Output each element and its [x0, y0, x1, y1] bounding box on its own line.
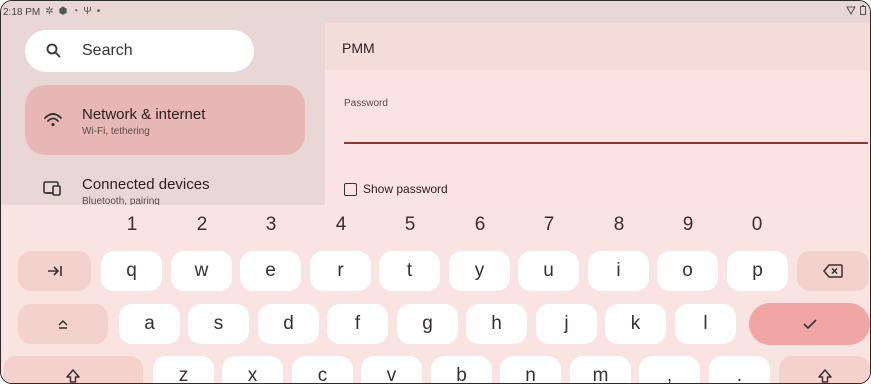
tab-icon [47, 265, 63, 277]
key-g[interactable]: g [397, 304, 458, 344]
status-bar-left: 2:18 PM ✲ ⬢ ◔ Ψ • [3, 6, 100, 18]
wifi-password-panel: PMM Password Show password [325, 23, 870, 213]
key-4[interactable]: 4 [326, 214, 356, 236]
key-m[interactable]: m [570, 356, 631, 383]
caps-lock-key[interactable] [18, 304, 108, 344]
password-field[interactable] [344, 111, 868, 141]
key-y[interactable]: y [449, 251, 510, 291]
key-t[interactable]: t [379, 251, 440, 291]
key-z[interactable]: z [153, 356, 214, 383]
backspace-key[interactable] [797, 251, 869, 291]
key-5[interactable]: 5 [395, 214, 425, 236]
password-underline [344, 142, 868, 144]
checkmark-icon [802, 319, 817, 329]
key-w[interactable]: w [171, 251, 232, 291]
key-3[interactable]: 3 [256, 214, 286, 236]
key-c[interactable]: c [292, 356, 353, 383]
key-0[interactable]: 0 [742, 214, 772, 236]
screen: 2:18 PM ✲ ⬢ ◔ Ψ • Search Network & inter… [0, 0, 871, 384]
search-placeholder: Search [82, 42, 133, 59]
key-f[interactable]: f [327, 304, 388, 344]
key-p[interactable]: p [727, 251, 788, 291]
status-bar-right [846, 5, 866, 19]
settings-sidebar: Search Network & internet Wi-Fi, tetheri… [1, 23, 325, 213]
key-v[interactable]: v [361, 356, 422, 383]
sidebar-item-title: Connected devices [82, 176, 210, 193]
key-o[interactable]: o [657, 251, 718, 291]
key-period[interactable]: . [709, 356, 770, 383]
shield-icon: ⬢ [58, 6, 68, 17]
key-u[interactable]: u [518, 251, 579, 291]
search-icon [45, 42, 63, 60]
key-6[interactable]: 6 [465, 214, 495, 236]
key-e[interactable]: e [240, 251, 301, 291]
shift-key-left[interactable] [3, 356, 143, 383]
usb-icon: Ψ [83, 6, 92, 17]
search-bar[interactable]: Search [25, 30, 254, 72]
password-label: Password [344, 98, 388, 109]
wifi-icon: ◔ [72, 6, 79, 17]
shift-icon [817, 368, 833, 383]
key-i[interactable]: i [588, 251, 649, 291]
wifi-icon [43, 111, 63, 129]
key-q[interactable]: q [101, 251, 162, 291]
shift-key-right[interactable] [779, 356, 870, 383]
key-2[interactable]: 2 [187, 214, 217, 236]
battery-icon [860, 5, 866, 19]
key-8[interactable]: 8 [604, 214, 634, 236]
key-7[interactable]: 7 [534, 214, 564, 236]
key-s[interactable]: s [188, 304, 249, 344]
key-9[interactable]: 9 [673, 214, 703, 236]
tab-key[interactable] [18, 251, 91, 291]
enter-key[interactable] [749, 303, 870, 345]
sidebar-item-title: Network & internet [82, 106, 206, 123]
devices-icon [43, 179, 63, 197]
key-j[interactable]: j [536, 304, 597, 344]
settings-icon: ✲ [45, 6, 54, 17]
key-x[interactable]: x [222, 356, 283, 383]
dot-icon: • [96, 6, 101, 17]
key-r[interactable]: r [310, 251, 371, 291]
caps-lock-icon [57, 318, 69, 330]
show-password-checkbox[interactable] [344, 182, 357, 196]
shift-icon [65, 368, 81, 383]
key-d[interactable]: d [258, 304, 319, 344]
key-1[interactable]: 1 [117, 214, 147, 236]
key-l[interactable]: l [675, 304, 736, 344]
on-screen-keyboard: 1 2 3 4 5 6 7 8 9 0 q w e r t y u i o p [1, 205, 870, 383]
show-password-label: Show password [363, 182, 448, 196]
panel-header: PMM [325, 23, 870, 70]
key-h[interactable]: h [466, 304, 527, 344]
key-a[interactable]: a [119, 304, 180, 344]
network-name: PMM [342, 40, 375, 56]
key-k[interactable]: k [605, 304, 666, 344]
wifi-signal-icon [846, 6, 856, 19]
backspace-icon [823, 264, 843, 278]
key-b[interactable]: b [431, 356, 492, 383]
sidebar-item-network[interactable]: Network & internet Wi-Fi, tethering [25, 85, 305, 155]
sidebar-item-subtitle: Wi-Fi, tethering [82, 126, 150, 137]
status-bar: 2:18 PM ✲ ⬢ ◔ Ψ • [1, 1, 870, 23]
status-time: 2:18 PM [3, 6, 41, 18]
key-comma[interactable]: , [639, 356, 700, 383]
key-n[interactable]: n [500, 356, 561, 383]
show-password-row[interactable]: Show password [344, 182, 448, 196]
